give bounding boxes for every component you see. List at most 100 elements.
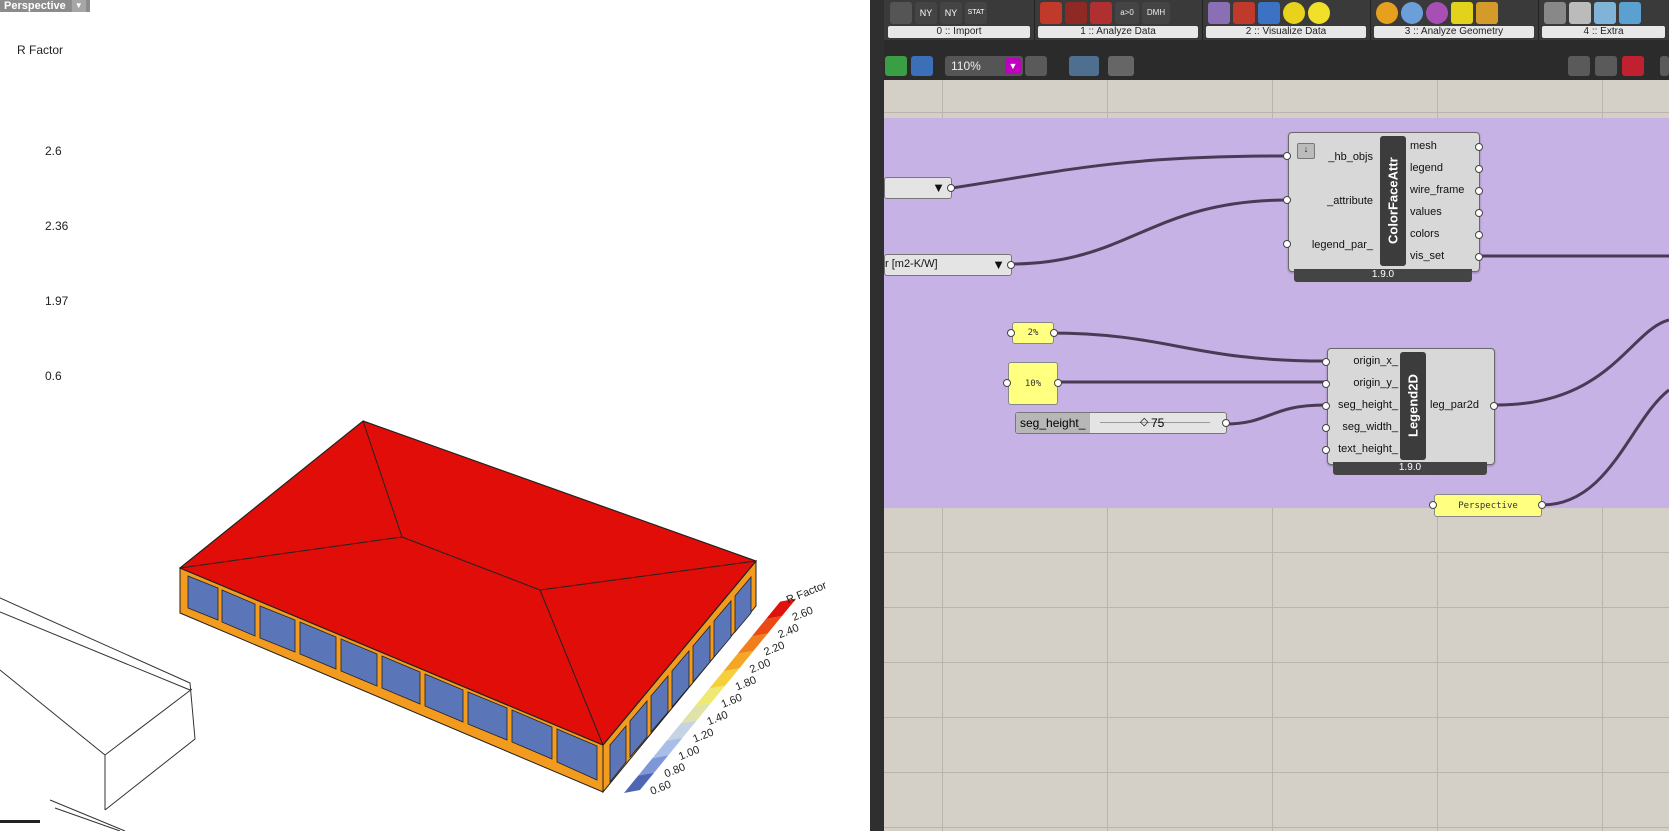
output-pin[interactable] <box>1475 231 1483 239</box>
display-mode-icon[interactable] <box>1568 56 1590 76</box>
condition-icon[interactable]: a>0 <box>1115 2 1139 24</box>
hb-objs-source-dropdown[interactable]: ▼ <box>884 177 952 199</box>
solver-icon[interactable] <box>1622 56 1644 76</box>
ribbon-group-visualize-data[interactable]: 2 :: Visualize Data <box>1202 0 1371 40</box>
output-pin[interactable] <box>1490 402 1498 410</box>
zoom-extents-icon[interactable] <box>1025 56 1047 76</box>
more-icon[interactable] <box>1660 56 1669 76</box>
ribbon-group-analyze-data[interactable]: a>0 DMH 1 :: Analyze Data <box>1034 0 1203 40</box>
input-port-label: _hb_objs <box>1328 151 1373 163</box>
colorfaceattr-version: 1.9.0 <box>1294 269 1472 282</box>
output-pin[interactable] <box>1475 187 1483 195</box>
device-icon[interactable] <box>1544 2 1566 24</box>
character-icon[interactable] <box>1451 2 1473 24</box>
ny-icon[interactable]: NY <box>940 2 962 24</box>
add-data-icon[interactable] <box>1040 2 1062 24</box>
ribbon-group-label: 3 :: Analyze Geometry <box>1374 26 1534 38</box>
zoom-select[interactable]: 110% ▼ <box>945 56 1023 76</box>
sidebar <box>870 0 884 831</box>
input-pin[interactable] <box>1322 424 1330 432</box>
legend2d-component[interactable]: Legend2D origin_x_ origin_y_ seg_height_… <box>1327 348 1495 465</box>
output-pin[interactable] <box>1050 329 1058 337</box>
attribute-dropdown[interactable]: r [m2-K/W] ▼ <box>884 254 1012 276</box>
sun-path-icon[interactable] <box>1283 2 1305 24</box>
triangle-down-icon[interactable]: ▼ <box>992 257 1005 272</box>
triangle-down-icon[interactable]: ▼ <box>932 180 945 195</box>
output-pin[interactable] <box>1054 379 1062 387</box>
view-icon[interactable] <box>1426 2 1448 24</box>
input-pin[interactable] <box>1322 380 1330 388</box>
seg-height-slider[interactable]: seg_height_ ◇ 75 <box>1015 412 1227 434</box>
legend-label: 1.80 <box>734 674 758 693</box>
input-pin[interactable] <box>1003 379 1011 387</box>
rhino-viewport[interactable]: 2.60 2.40 2.20 2.00 1.80 1.60 1.40 1.20 1.00 0.80… <box>0 0 870 831</box>
input-pin[interactable] <box>1322 402 1330 410</box>
output-pin[interactable] <box>1007 261 1015 269</box>
input-pin[interactable] <box>1283 152 1291 160</box>
stat-icon[interactable]: STAT <box>965 2 987 24</box>
legend-label: 1.40 <box>705 709 729 728</box>
ribbon-group-import[interactable]: NY NY STAT 0 :: Import <box>884 0 1035 40</box>
compass-icon[interactable] <box>1308 2 1330 24</box>
triangle-icon[interactable] <box>1258 2 1280 24</box>
output-pin[interactable] <box>1538 501 1546 509</box>
sun-icon[interactable] <box>1376 2 1398 24</box>
dmh-icon[interactable]: DMH <box>1142 2 1170 24</box>
ribbon-group-analyze-geometry[interactable]: 3 :: Analyze Geometry <box>1370 0 1539 40</box>
legend-3d-title: R Factor <box>785 579 829 606</box>
sketch-icon[interactable] <box>1108 56 1134 76</box>
wire-display-icon[interactable] <box>1595 56 1617 76</box>
ny-icon[interactable]: NY <box>915 2 937 24</box>
flatten-icon: ↓ <box>1297 143 1315 159</box>
input-port-label: origin_x_ <box>1353 355 1398 367</box>
y-icon[interactable] <box>1090 2 1112 24</box>
slider-value: 75 <box>1151 416 1165 430</box>
legend-label: 2.60 <box>791 605 815 624</box>
grasshopper-window: NY NY STAT 0 :: Import a>0 DMH 1 :: Anal… <box>870 0 1669 831</box>
perspective-panel[interactable]: Perspective <box>1434 494 1542 517</box>
output-pin[interactable] <box>1475 253 1483 261</box>
output-pin[interactable] <box>1475 209 1483 217</box>
bar-chart-icon[interactable] <box>1208 2 1230 24</box>
open-file-icon[interactable] <box>885 56 907 76</box>
save-icon[interactable] <box>911 56 933 76</box>
viewport-tab-label: Perspective <box>4 0 66 12</box>
chevron-down-icon[interactable]: ▼ <box>71 0 86 12</box>
image-icon[interactable] <box>1569 2 1591 24</box>
legend-value: 0.6 <box>45 369 62 383</box>
preview-eye-icon[interactable] <box>1069 56 1099 76</box>
output-port-label: values <box>1410 206 1442 218</box>
legend-label: 1.60 <box>720 692 744 711</box>
graph-icon[interactable] <box>1233 2 1255 24</box>
input-pin[interactable] <box>1322 446 1330 454</box>
input-pin[interactable] <box>1283 196 1291 204</box>
origin-y-panel[interactable]: 10% <box>1008 362 1058 405</box>
output-pin[interactable] <box>1475 143 1483 151</box>
slider-label: seg_height_ <box>1016 413 1090 433</box>
legend2d-title: Legend2D <box>1400 352 1426 460</box>
chevron-down-icon[interactable]: ▼ <box>1005 58 1021 74</box>
search-icon[interactable] <box>890 2 912 24</box>
radiation-icon[interactable] <box>1401 2 1423 24</box>
ribbon-group-label: 4 :: Extra <box>1542 26 1665 38</box>
output-pin[interactable] <box>1222 419 1230 427</box>
legend-label: 0.60 <box>649 779 673 798</box>
origin-x-panel[interactable]: 2% <box>1012 322 1054 344</box>
input-pin[interactable] <box>1283 240 1291 248</box>
input-pin[interactable] <box>1429 501 1437 509</box>
component-group[interactable] <box>884 118 1669 508</box>
colorfaceattr-component[interactable]: ColorFaceAttr ↓ _hb_objs _attribute lege… <box>1288 132 1480 272</box>
filter-icon[interactable] <box>1065 2 1087 24</box>
output-pin[interactable] <box>1475 165 1483 173</box>
output-pin[interactable] <box>947 184 955 192</box>
legend-value: 2.36 <box>45 219 69 233</box>
viewport-tab[interactable]: Perspective ▼ <box>0 0 90 12</box>
input-pin[interactable] <box>1322 358 1330 366</box>
palette-icon[interactable] <box>1594 2 1616 24</box>
building-model <box>178 420 758 794</box>
shade-icon[interactable] <box>1476 2 1498 24</box>
ribbon-group-extra[interactable]: 4 :: Extra <box>1538 0 1669 40</box>
gradient-icon[interactable] <box>1619 2 1641 24</box>
slider-handle-icon[interactable]: ◇ <box>1140 415 1148 428</box>
input-pin[interactable] <box>1007 329 1015 337</box>
